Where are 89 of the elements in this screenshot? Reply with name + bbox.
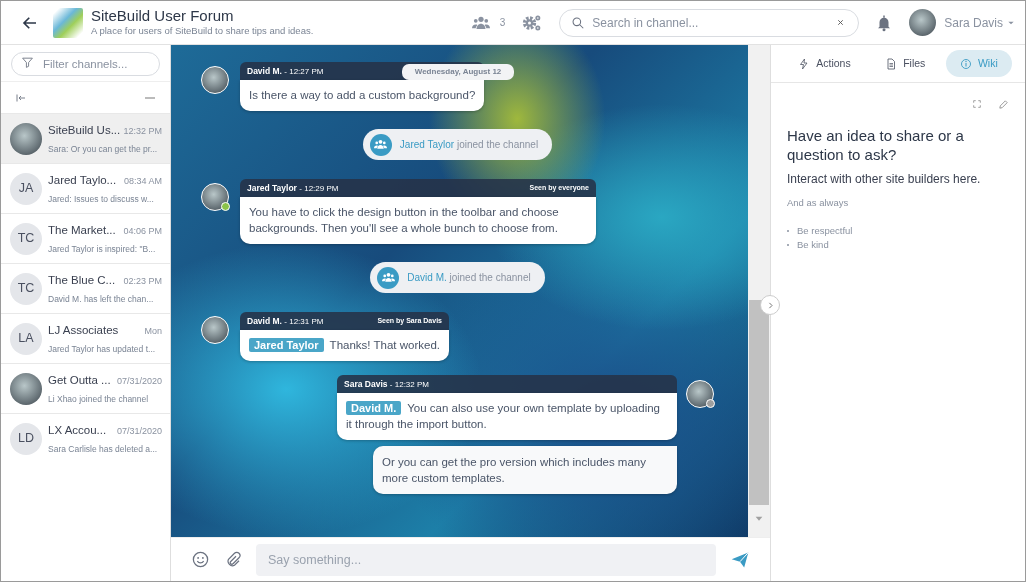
channel-item[interactable]: SiteBuild Us... 12:32 PM Sara: Or you can get the pr... bbox=[1, 113, 170, 163]
channel-preview: David M. has left the chan... bbox=[48, 292, 155, 306]
panel-tab[interactable]: Files bbox=[871, 50, 940, 77]
channel-time: 04:06 PM bbox=[123, 224, 162, 238]
people-icon bbox=[374, 138, 388, 151]
channel-time: Mon bbox=[144, 324, 162, 338]
close-icon bbox=[836, 17, 846, 27]
channel-time: 08:34 AM bbox=[123, 174, 162, 188]
channel-name: SiteBuild Us... bbox=[48, 122, 121, 138]
message-time: - 12:27 PM bbox=[284, 66, 324, 76]
channel-title: SiteBuild User Forum bbox=[91, 6, 235, 24]
channel-name: The Market... bbox=[48, 222, 116, 238]
clear-search-button[interactable] bbox=[836, 17, 846, 27]
channel-item[interactable]: LA LJ Associates Mon Jared Taylor has updated t... bbox=[1, 313, 170, 363]
user-avatar bbox=[201, 316, 229, 344]
message-time: - 12:32 PM bbox=[389, 379, 429, 389]
wiki-note: And as always bbox=[787, 196, 850, 210]
channel-image bbox=[10, 372, 42, 405]
expand-icon bbox=[972, 99, 982, 109]
channel-preview: Jared Taylor is inspired: "B... bbox=[48, 242, 157, 256]
channel-preview: Jared Taylor has updated t... bbox=[48, 342, 157, 356]
channel-item[interactable]: LD LX Accou... 07/31/2020 Sara Carlisle has deleted a... bbox=[1, 413, 170, 463]
channel-name: LJ Associates bbox=[48, 322, 119, 338]
message-time: - 12:31 PM bbox=[284, 316, 324, 326]
search-field[interactable]: Search in channel... bbox=[559, 8, 860, 37]
channel-name: LX Accou... bbox=[48, 422, 107, 438]
smiley-icon bbox=[191, 550, 210, 569]
pencil-icon bbox=[998, 99, 1009, 110]
message-text: You have to click the design button in the toolbar and choose backgrounds. Then you'll see a whole bunch to choose from. bbox=[249, 205, 560, 236]
attach-button[interactable] bbox=[224, 550, 242, 569]
author-name: David M. bbox=[247, 315, 282, 326]
message-text: Or you can get the pro version which includes many more custom templates. bbox=[382, 455, 647, 486]
filter-icon bbox=[21, 56, 34, 69]
wiki-bullet: Be respectful bbox=[797, 224, 853, 239]
wiki-bullet: Be kind bbox=[797, 238, 829, 253]
channel-time: 12:32 PM bbox=[123, 124, 162, 138]
channel-preview: Sara Carlisle has deleted a... bbox=[48, 442, 159, 456]
channel-initials: LD bbox=[10, 422, 42, 455]
send-button[interactable] bbox=[730, 549, 750, 570]
channel-time: 07/31/2020 bbox=[116, 374, 162, 388]
author-name: Jared Taylor bbox=[247, 182, 297, 193]
paperclip-icon bbox=[224, 550, 242, 569]
message-text: Jared Taylor Thanks! That worked. bbox=[249, 337, 440, 353]
edit-button[interactable] bbox=[998, 99, 1009, 110]
channel-item[interactable]: TC The Blue C... 02:23 PM David M. has left the chan... bbox=[1, 263, 170, 313]
channel-initials: TC bbox=[10, 222, 42, 255]
document-icon bbox=[885, 57, 898, 70]
author-name: David M. bbox=[247, 65, 282, 76]
channel-name: Get Outta ... bbox=[48, 372, 111, 388]
channel-initials: TC bbox=[10, 272, 42, 305]
channel-preview: Sara: Or you can get the pr... bbox=[48, 142, 159, 156]
channel-preview: Li Xhao joined the channel bbox=[48, 392, 150, 406]
channel-time: 02:23 PM bbox=[123, 274, 162, 288]
channel-item[interactable]: TC The Market... 04:06 PM Jared Taylor is inspired: "B... bbox=[1, 213, 170, 263]
channel-name: Jared Taylo... bbox=[48, 172, 117, 188]
logo-image bbox=[53, 7, 83, 38]
message-text: David M. You can also use your own template by uploading it through the import button. bbox=[346, 400, 661, 432]
emoji-button[interactable] bbox=[191, 550, 210, 569]
channel-item[interactable]: JA Jared Taylo... 08:34 AM Jared: Issues to discuss w... bbox=[1, 163, 170, 213]
channel-name: The Blue C... bbox=[48, 272, 116, 288]
message-input[interactable]: Say something... bbox=[256, 543, 716, 576]
people-icon bbox=[381, 271, 395, 284]
channel-image bbox=[10, 122, 42, 155]
wiki-subheading: Interact with other site builders here. bbox=[787, 171, 982, 188]
date-label: Wednesday, August 12 bbox=[401, 64, 515, 80]
expand-button[interactable] bbox=[972, 99, 982, 110]
message-time: - 12:29 PM bbox=[299, 183, 339, 193]
filter-field[interactable]: Filter channels... bbox=[11, 52, 160, 76]
scroll-down-icon[interactable] bbox=[754, 514, 764, 522]
message-text: Is there a way to add a custom background? bbox=[249, 88, 476, 103]
user-avatar bbox=[909, 9, 937, 36]
author-name: Sara Davis bbox=[344, 378, 388, 389]
channel-preview: Jared: Issues to discuss w... bbox=[48, 192, 155, 206]
search-icon bbox=[571, 15, 586, 30]
scrollbar[interactable] bbox=[748, 45, 770, 537]
channel-item[interactable]: Get Outta ... 07/31/2020 Li Xhao joined the channel bbox=[1, 363, 170, 413]
lightning-icon bbox=[798, 57, 811, 70]
panel-tab[interactable]: Actions bbox=[784, 50, 865, 77]
join-text: joined the channel bbox=[456, 139, 539, 150]
join-text: joined the channel bbox=[449, 272, 531, 283]
channel-initials: LA bbox=[10, 322, 42, 355]
channel-time: 07/31/2020 bbox=[116, 424, 162, 438]
channel-initials: JA bbox=[10, 172, 42, 205]
channel-description: A place for users of SiteBuild to share tips and ideas. bbox=[91, 23, 315, 38]
wiki-heading: Have an idea to share or a question to ask? bbox=[787, 126, 965, 164]
send-icon bbox=[730, 549, 750, 570]
info-icon bbox=[959, 57, 972, 70]
user-avatar bbox=[201, 66, 229, 94]
collapse-panel-button[interactable] bbox=[760, 295, 780, 315]
